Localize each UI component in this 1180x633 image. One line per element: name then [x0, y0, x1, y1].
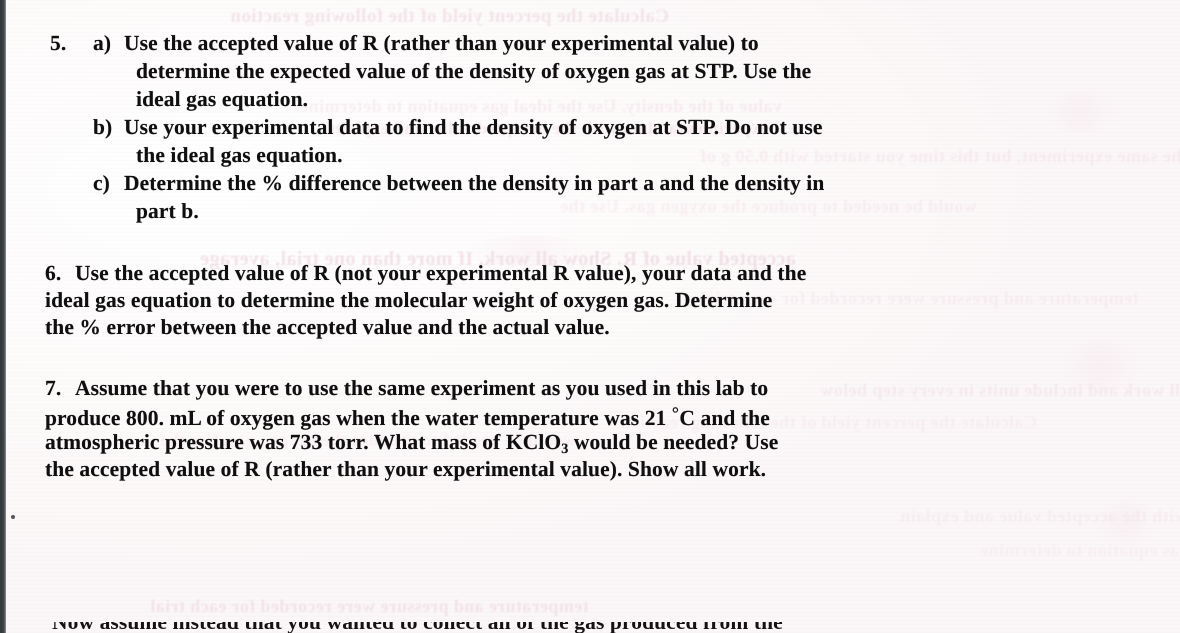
question-6-line-2: ideal gas equation to determine the mole… [45, 288, 773, 312]
scanner-edge-strip [0, 0, 6, 633]
question-7-line-3: atmospheric pressure was 733 torr. What … [45, 430, 779, 457]
question-7-line-2-text: produce 800. mL of oxygen gas when the w… [45, 403, 770, 430]
question-5-part-b-marker: b) [93, 115, 113, 139]
question-7-line-4: the accepted value of R (rather than you… [45, 457, 767, 481]
question-6-number: 6. [45, 261, 62, 285]
scanned-worksheet-page: Calculate the percent yield of the follo… [0, 0, 1180, 633]
margin-speck [11, 515, 15, 519]
question-5-part-c-marker: c) [93, 171, 110, 195]
question-5-part-c-line-1: Determine the % difference between the d… [124, 171, 825, 195]
question-5-part-c-line-2: part b. [136, 199, 199, 223]
question-5-part-a-line-2: determine the expected value of the dens… [136, 59, 812, 83]
question-5-part-a-line-3: ideal gas equation. [136, 87, 309, 111]
question-6-line-1: Use the accepted value of R (not your ex… [75, 261, 807, 285]
question-5-part-b-line-1: Use your experimental data to find the d… [124, 115, 823, 139]
question-7-line-2: produce 800. mL of oxygen gas when the w… [45, 403, 770, 430]
question-5-part-a-line-1: Use the accepted value of R (rather than… [124, 31, 759, 55]
cut-off-bottom-line-text: Now assume instead that you wanted to co… [52, 622, 783, 633]
question-7-number: 7. [45, 376, 62, 400]
question-5-number: 5. [50, 31, 67, 55]
cut-off-bottom-line: Now assume instead that you wanted to co… [0, 622, 1180, 633]
question-7-line-3-text: atmospheric pressure was 733 torr. What … [45, 430, 779, 457]
question-5-part-b-line-2: the ideal gas equation. [136, 143, 343, 167]
question-6-line-3: the % error between the accepted value a… [45, 315, 610, 339]
question-7-line-1: Assume that you were to use the same exp… [75, 376, 769, 400]
question-5-part-a-marker: a) [93, 31, 112, 55]
worksheet-text: 5. a) Use the accepted value of R (rathe… [0, 0, 1180, 633]
